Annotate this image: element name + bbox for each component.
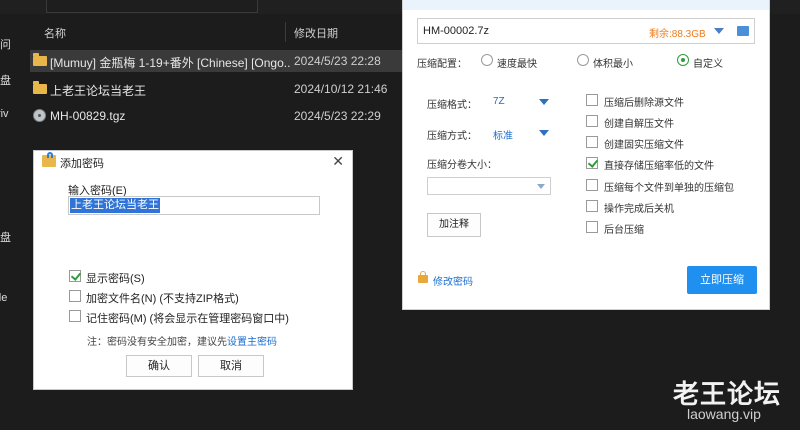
option-label: 操作完成后关机: [604, 204, 674, 215]
chevron-down-icon[interactable]: [539, 99, 549, 105]
option-label: 压缩每个文件到单独的压缩包: [604, 183, 734, 194]
preset-smallest-label[interactable]: 体积最小: [593, 55, 633, 70]
option-checkbox[interactable]: [586, 115, 598, 127]
close-icon[interactable]: ✕: [332, 153, 344, 170]
option-checkbox[interactable]: [586, 136, 598, 148]
option-checkbox[interactable]: [586, 221, 598, 233]
option-checkbox[interactable]: [586, 200, 598, 212]
modify-password-label: 修改密码: [433, 277, 473, 288]
split-size-label: 压缩分卷大小：: [427, 160, 497, 171]
encrypt-filenames-label: 加密文件名(N) (不支持ZIP格式): [86, 293, 239, 305]
password-input[interactable]: 上老王论坛当老王: [68, 196, 320, 215]
file-name: MH-00829.tgz: [50, 109, 126, 123]
method-label: 压缩方式：: [427, 131, 477, 142]
preset-fastest-radio[interactable]: [481, 54, 493, 66]
option-checkbox[interactable]: [586, 94, 598, 106]
option-label: 压缩后删除源文件: [604, 98, 684, 109]
preset-custom-radio[interactable]: [677, 54, 689, 66]
split-size-select[interactable]: [427, 177, 551, 195]
file-date: 2024/5/23 22:28: [294, 54, 381, 68]
chevron-down-icon[interactable]: [714, 28, 724, 34]
format-select[interactable]: 7Z: [493, 96, 505, 107]
file-date: 2024/5/23 22:29: [294, 109, 381, 123]
column-name[interactable]: 名称: [44, 25, 66, 41]
option-label: 创建自解压文件: [604, 119, 674, 130]
preset-fastest-label[interactable]: 速度最快: [497, 55, 537, 70]
add-comment-button[interactable]: 加注释: [427, 213, 481, 237]
column-date[interactable]: 修改日期: [294, 25, 338, 41]
security-note-text: 注：密码没有安全加密，建议先: [87, 337, 227, 348]
chevron-down-icon[interactable]: [537, 184, 545, 189]
config-label: 压缩配置：: [417, 59, 467, 70]
format-label: 压缩格式：: [427, 100, 477, 111]
panel-header-strip: [403, 0, 769, 10]
folder-icon: [33, 81, 47, 94]
security-note: 注：密码没有安全加密，建议先设置主密码: [87, 333, 277, 348]
method-select[interactable]: 标准: [493, 127, 513, 142]
show-password-checkbox[interactable]: [69, 270, 81, 282]
file-date: 2024/10/12 21:46: [294, 82, 388, 96]
confirm-button[interactable]: 确认: [126, 355, 192, 377]
address-bar[interactable]: [46, 0, 258, 13]
remember-password-label: 记住密码(M) (将会显示在管理密码窗口中): [86, 313, 289, 325]
nav-item-cloud-drive[interactable]: 云盘: [0, 72, 20, 88]
file-name: [Mumuy] 金瓶梅 1-19+番外 [Chinese] [Ongo...: [50, 56, 290, 70]
cancel-button[interactable]: 取消: [198, 355, 264, 377]
preset-custom-label[interactable]: 自定义: [693, 55, 723, 70]
option-label: 创建固实压缩文件: [604, 140, 684, 151]
dialog-title: 添加密码: [60, 158, 104, 170]
file-name: 上老王论坛当老王: [50, 84, 147, 98]
preset-smallest-radio[interactable]: [577, 54, 589, 66]
output-filename: HM-00002.7z: [423, 25, 490, 37]
lock-icon: [418, 271, 428, 283]
nav-item-cloud-drive-2[interactable]: 云盘: [0, 229, 20, 245]
nav-item-quick-access[interactable]: 访问: [0, 36, 20, 52]
option-checkbox[interactable]: [586, 157, 598, 169]
password-value: 上老王论坛当老王: [70, 198, 160, 213]
modify-password-link[interactable]: 修改密码: [418, 271, 473, 288]
folder-browse-icon[interactable]: [737, 26, 749, 36]
watermark-url: laowang.vip: [687, 406, 761, 422]
compress-now-button[interactable]: 立即压缩: [687, 266, 757, 294]
set-master-password-link[interactable]: 设置主密码: [227, 337, 277, 348]
file-row[interactable]: 上老王论坛当老王 2024/10/12 21:46: [30, 78, 410, 100]
lock-folder-icon: [42, 152, 56, 167]
option-label: 直接存储压缩率低的文件: [604, 161, 714, 172]
nav-item-other[interactable]: [0, 264, 3, 276]
remember-password-checkbox[interactable]: [69, 310, 81, 322]
add-password-dialog: 添加密码 ✕ 输入密码(E) 上老王论坛当老王 显示密码(S) 加密文件名(N)…: [33, 150, 353, 390]
chevron-down-icon[interactable]: [539, 130, 549, 136]
nav-item-onedrive[interactable]: ode: [0, 292, 18, 304]
file-row[interactable]: [Mumuy] 金瓶梅 1-19+番外 [Chinese] [Ongo... 2…: [30, 50, 410, 72]
show-password-label: 显示密码(S): [86, 273, 145, 285]
option-checkbox[interactable]: [586, 179, 598, 191]
encrypt-filenames-checkbox[interactable]: [69, 290, 81, 302]
dialog-titlebar[interactable]: 添加密码 ✕: [34, 151, 352, 173]
output-path-field[interactable]: HM-00002.7z 剩余:88.3GB: [417, 18, 755, 44]
navigation-pane: 访问 云盘 Driv 云盘 ode: [0, 14, 20, 430]
archive-file-icon: [33, 109, 46, 122]
folder-icon: [33, 53, 47, 66]
file-list-header: 名称 修改日期: [30, 22, 410, 42]
file-row[interactable]: MH-00829.tgz 2024/5/23 22:29: [30, 105, 410, 127]
compress-panel: HM-00002.7z 剩余:88.3GB 压缩配置： 速度最快 体积最小 自定…: [402, 0, 770, 310]
free-space: 剩余:88.3GB: [649, 29, 706, 40]
column-divider[interactable]: [285, 22, 286, 42]
option-label: 后台压缩: [604, 225, 644, 236]
nav-item-drive[interactable]: Driv: [0, 108, 20, 120]
